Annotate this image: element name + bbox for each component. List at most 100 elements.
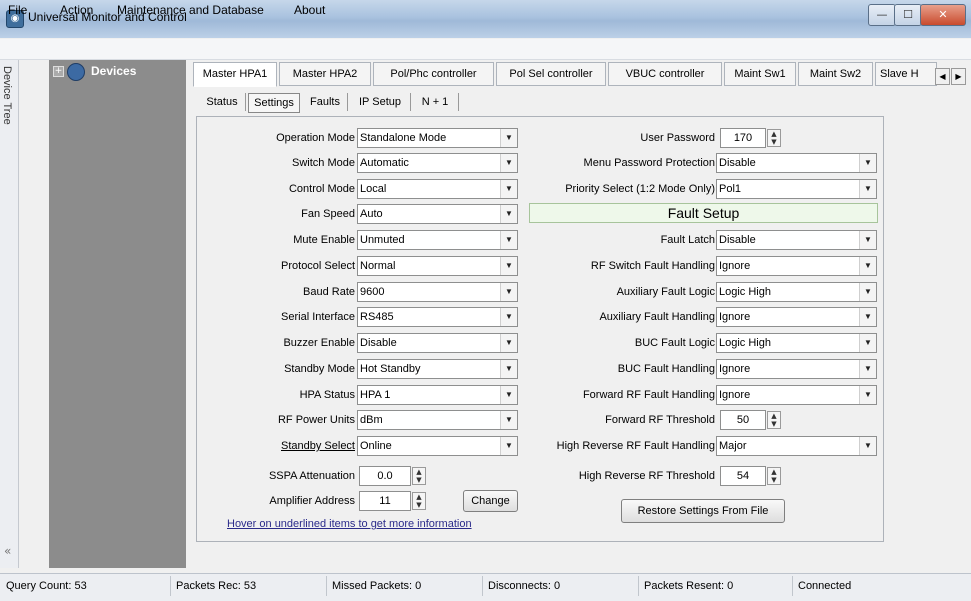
menu-password-dropdown[interactable]: Disable ▼ bbox=[716, 153, 877, 173]
user-password-label: User Password bbox=[640, 132, 715, 144]
subtab-faults[interactable]: Faults bbox=[303, 93, 348, 111]
chevron-down-icon: ▼ bbox=[859, 334, 876, 352]
tab-maint-sw2[interactable]: Maint Sw2 bbox=[798, 62, 873, 86]
spin-down-icon[interactable]: ▼ bbox=[768, 420, 780, 428]
forward-rf-threshold-label: Forward RF Threshold bbox=[605, 414, 715, 426]
change-button[interactable]: Change bbox=[463, 490, 518, 512]
standby-mode-dropdown[interactable]: Hot Standby ▼ bbox=[357, 359, 518, 379]
menu-file[interactable]: File bbox=[8, 3, 27, 17]
tab-pol-phc-controller[interactable]: Pol/Phc controller bbox=[373, 62, 494, 86]
minimize-button[interactable]: — bbox=[868, 4, 896, 26]
chevron-down-icon: ▼ bbox=[859, 308, 876, 326]
user-password-input[interactable]: 170 bbox=[720, 128, 766, 148]
user-password-spinner[interactable]: ▲ ▼ bbox=[767, 129, 781, 147]
chevron-down-icon: ▼ bbox=[500, 129, 517, 147]
hpa-status-label: HPA Status bbox=[299, 389, 355, 401]
tab-master-hpa2[interactable]: Master HPA2 bbox=[279, 62, 371, 86]
fault-latch-dropdown[interactable]: Disable ▼ bbox=[716, 230, 877, 250]
forward-rf-threshold-input[interactable]: 50 bbox=[720, 410, 766, 430]
buzzer-enable-label: Buzzer Enable bbox=[283, 337, 355, 349]
restore-settings-button[interactable]: Restore Settings From File bbox=[621, 499, 785, 523]
chevron-down-icon: ▼ bbox=[500, 180, 517, 198]
status-divider bbox=[792, 576, 793, 596]
fan-speed-dropdown[interactable]: Auto ▼ bbox=[357, 204, 518, 224]
rf-switch-fault-dropdown[interactable]: Ignore ▼ bbox=[716, 256, 877, 276]
high-reverse-threshold-spinner[interactable]: ▲ ▼ bbox=[767, 467, 781, 485]
buc-fault-logic-label: BUC Fault Logic bbox=[634, 337, 715, 349]
spin-down-icon[interactable]: ▼ bbox=[768, 138, 780, 146]
chevron-down-icon: ▼ bbox=[500, 231, 517, 249]
close-button[interactable]: ✕ bbox=[920, 4, 966, 26]
status-disconnects: Disconnects: 0 bbox=[488, 580, 561, 592]
tabs-scroll-right-icon[interactable]: ▶ bbox=[951, 68, 966, 85]
protocol-select-dropdown[interactable]: Normal ▼ bbox=[357, 256, 518, 276]
high-reverse-handling-value: Major bbox=[719, 440, 747, 452]
priority-select-dropdown[interactable]: Pol1 ▼ bbox=[716, 179, 877, 199]
baud-rate-dropdown[interactable]: 9600 ▼ bbox=[357, 282, 518, 302]
forward-rf-fault-dropdown[interactable]: Ignore ▼ bbox=[716, 385, 877, 405]
menu-maintenance[interactable]: Maintenance and Database bbox=[117, 3, 264, 17]
menu-about[interactable]: About bbox=[294, 3, 325, 17]
subtab-status[interactable]: Status bbox=[199, 93, 246, 111]
aux-fault-logic-label: Auxiliary Fault Logic bbox=[616, 286, 715, 298]
standby-select-value: Online bbox=[360, 440, 392, 452]
device-tree-label[interactable]: Device Tree bbox=[1, 66, 13, 125]
collapse-icon[interactable]: « bbox=[4, 544, 11, 558]
spin-down-icon[interactable]: ▼ bbox=[768, 476, 780, 484]
spin-up-icon[interactable]: ▲ bbox=[768, 130, 780, 138]
switch-mode-dropdown[interactable]: Automatic ▼ bbox=[357, 153, 518, 173]
forward-rf-fault-value: Ignore bbox=[719, 389, 751, 401]
serial-interface-dropdown[interactable]: RS485 ▼ bbox=[357, 307, 518, 327]
spin-up-icon[interactable]: ▲ bbox=[413, 493, 425, 501]
spin-up-icon[interactable]: ▲ bbox=[768, 412, 780, 420]
operation-mode-value: Standalone Mode bbox=[360, 132, 447, 144]
operation-mode-dropdown[interactable]: Standalone Mode ▼ bbox=[357, 128, 518, 148]
standby-select-label[interactable]: Standby Select bbox=[200, 440, 355, 452]
tab-pol-sel-controller[interactable]: Pol Sel controller bbox=[496, 62, 606, 86]
tab-maint-sw1[interactable]: Maint Sw1 bbox=[724, 62, 796, 86]
forward-rf-threshold-spinner[interactable]: ▲ ▼ bbox=[767, 411, 781, 429]
menu-action[interactable]: Action bbox=[60, 3, 93, 17]
amplifier-address-spinner[interactable]: ▲ ▼ bbox=[412, 492, 426, 510]
serial-interface-label: Serial Interface bbox=[281, 311, 355, 323]
buc-fault-logic-dropdown[interactable]: Logic High ▼ bbox=[716, 333, 877, 353]
spin-down-icon[interactable]: ▼ bbox=[413, 476, 425, 484]
rf-power-units-dropdown[interactable]: dBm ▼ bbox=[357, 410, 518, 430]
subtab-n-plus-1[interactable]: N + 1 bbox=[412, 93, 459, 111]
buzzer-enable-dropdown[interactable]: Disable ▼ bbox=[357, 333, 518, 353]
subtab-ip-setup[interactable]: IP Setup bbox=[350, 93, 411, 111]
rf-switch-fault-label: RF Switch Fault Handling bbox=[590, 260, 715, 272]
amplifier-address-input[interactable]: 11 bbox=[359, 491, 411, 511]
tree-item-devices[interactable]: Devices bbox=[91, 64, 136, 78]
protocol-select-value: Normal bbox=[360, 260, 396, 272]
spin-down-icon[interactable]: ▼ bbox=[413, 501, 425, 509]
chevron-down-icon: ▼ bbox=[500, 257, 517, 275]
device-tree-strip[interactable] bbox=[0, 60, 19, 568]
control-mode-dropdown[interactable]: Local ▼ bbox=[357, 179, 518, 199]
tabs-scroll-left-icon[interactable]: ◀ bbox=[935, 68, 950, 85]
control-mode-value: Local bbox=[360, 183, 387, 195]
sspa-attenuation-input[interactable]: 0.0 bbox=[359, 466, 411, 486]
tab-vbuc-controller[interactable]: VBUC controller bbox=[608, 62, 722, 86]
maximize-button[interactable]: ☐ bbox=[894, 4, 922, 26]
chevron-down-icon: ▼ bbox=[500, 334, 517, 352]
subtab-settings[interactable]: Settings bbox=[248, 93, 300, 113]
aux-fault-logic-dropdown[interactable]: Logic High ▼ bbox=[716, 282, 877, 302]
sspa-attenuation-spinner[interactable]: ▲ ▼ bbox=[412, 467, 426, 485]
aux-fault-handling-dropdown[interactable]: Ignore ▼ bbox=[716, 307, 877, 327]
high-reverse-threshold-input[interactable]: 54 bbox=[720, 466, 766, 486]
spin-up-icon[interactable]: ▲ bbox=[768, 468, 780, 476]
forward-rf-fault-label: Forward RF Fault Handling bbox=[582, 389, 715, 401]
buc-fault-handling-dropdown[interactable]: Ignore ▼ bbox=[716, 359, 877, 379]
chevron-down-icon: ▼ bbox=[500, 283, 517, 301]
mute-enable-dropdown[interactable]: Unmuted ▼ bbox=[357, 230, 518, 250]
buc-fault-handling-value: Ignore bbox=[719, 363, 751, 375]
expand-icon[interactable]: + bbox=[53, 66, 64, 77]
chevron-down-icon: ▼ bbox=[500, 386, 517, 404]
standby-select-dropdown[interactable]: Online ▼ bbox=[357, 436, 518, 456]
tab-master-hpa1[interactable]: Master HPA1 bbox=[193, 62, 277, 87]
hpa-status-dropdown[interactable]: HPA 1 ▼ bbox=[357, 385, 518, 405]
high-reverse-handling-dropdown[interactable]: Major ▼ bbox=[716, 436, 877, 456]
tab-slave-h[interactable]: Slave H bbox=[875, 62, 937, 86]
spin-up-icon[interactable]: ▲ bbox=[413, 468, 425, 476]
